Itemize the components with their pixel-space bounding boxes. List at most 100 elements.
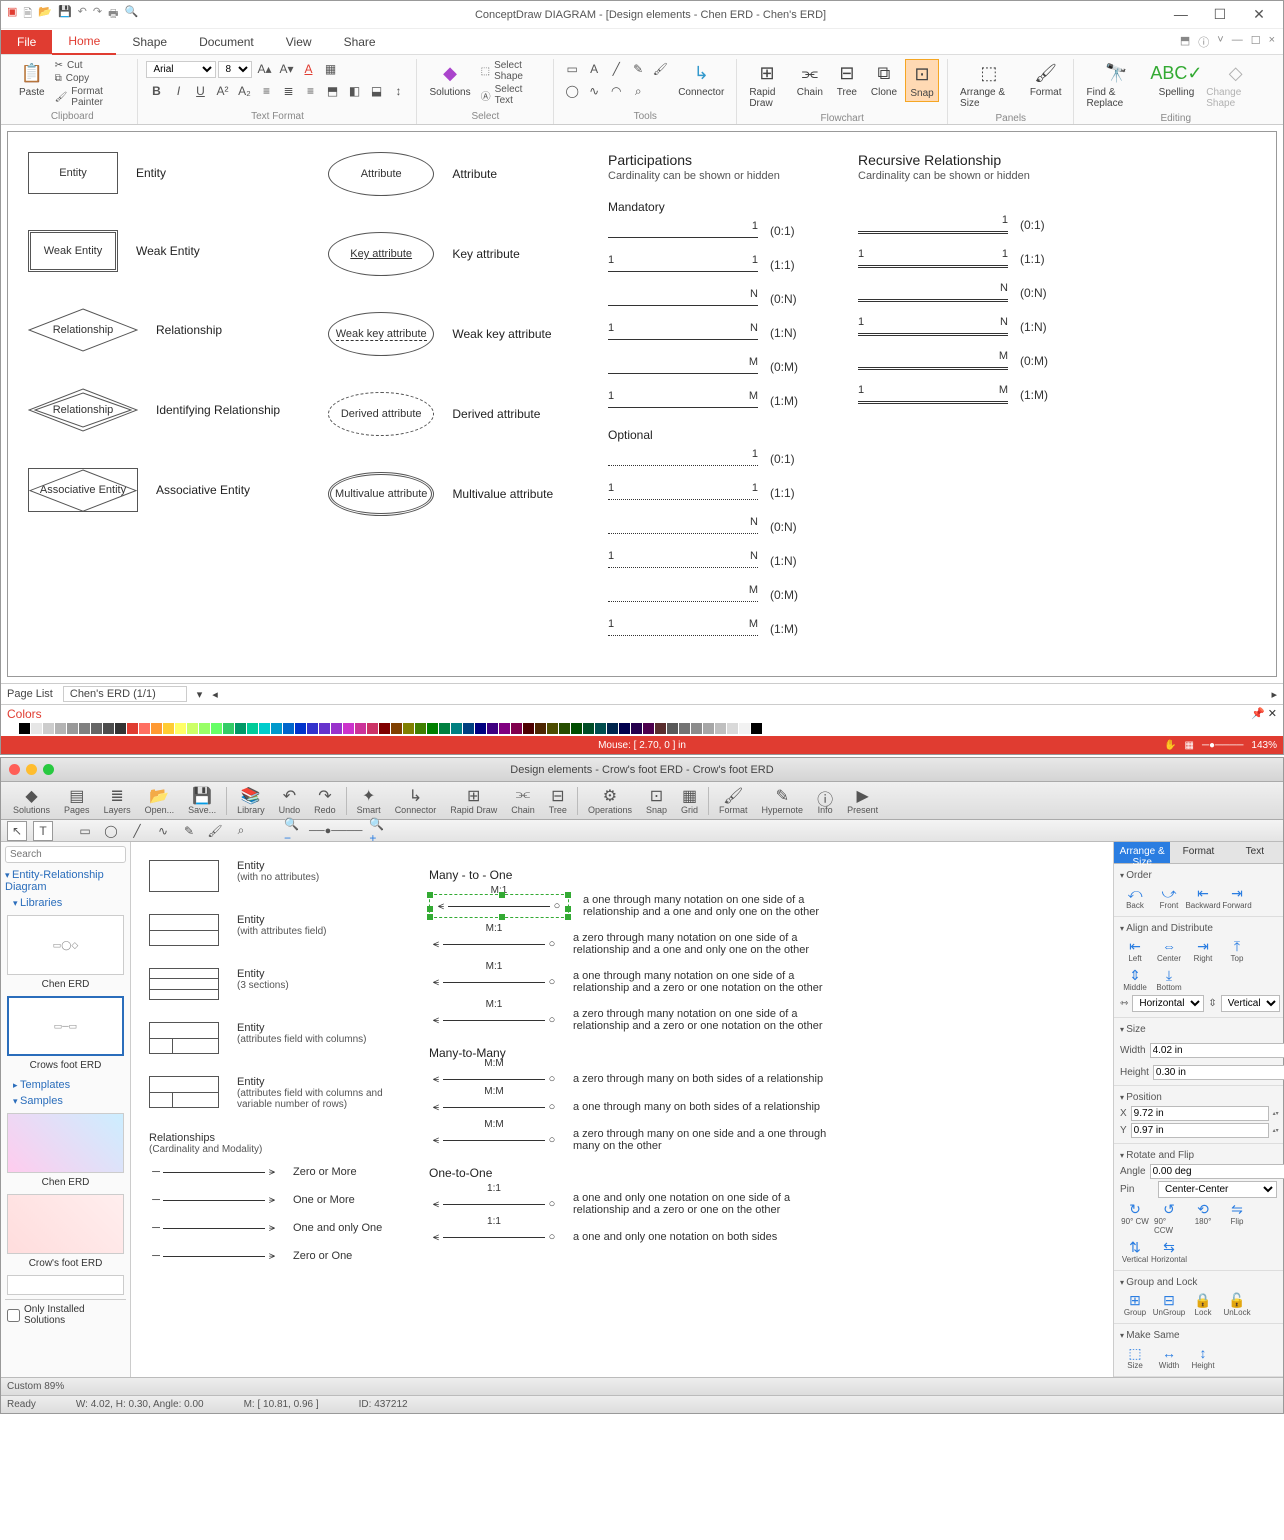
color-swatch[interactable] [19, 723, 30, 734]
rapid-draw-button[interactable]: ⊞Rapid Draw [745, 59, 788, 111]
color-swatch[interactable] [331, 723, 342, 734]
color-swatch[interactable] [259, 723, 270, 734]
participation-row[interactable]: 11 (1:1) [858, 252, 1078, 266]
middle-button[interactable]: ⇕Middle [1120, 967, 1150, 992]
qat-open-icon[interactable]: 📂 [38, 5, 52, 24]
multivalue-attribute-shape[interactable]: Multivalue attribute [328, 472, 434, 516]
height-input[interactable] [1153, 1065, 1284, 1080]
valign-bot-icon[interactable]: ⬓ [366, 81, 386, 101]
color-swatch[interactable] [619, 723, 630, 734]
color-swatch[interactable] [355, 723, 366, 734]
toolbar-hypernote[interactable]: ✎Hypernote [756, 784, 810, 817]
shrink-font-icon[interactable]: A▾ [276, 59, 296, 79]
select-shape-button[interactable]: ⬚Select Shape [479, 59, 546, 83]
distribute-h-icon[interactable]: ⇿ [1120, 998, 1128, 1009]
toolbar-present[interactable]: ▶Present [841, 784, 884, 817]
toolbar-grid[interactable]: ▦Grid [675, 784, 704, 817]
color-swatch[interactable] [463, 723, 474, 734]
color-swatch[interactable] [271, 723, 282, 734]
color-swatch[interactable] [607, 723, 618, 734]
color-swatch[interactable] [235, 723, 246, 734]
toolbar-pages[interactable]: ▤Pages [58, 784, 96, 817]
color-swatch[interactable] [439, 723, 450, 734]
color-swatch[interactable] [643, 723, 654, 734]
mac-canvas[interactable]: Entity(with no attributes) Entity(with a… [131, 842, 1113, 1377]
section-header[interactable]: Order [1120, 868, 1277, 883]
color-swatch[interactable] [715, 723, 726, 734]
zoom-out-icon[interactable]: 🔍− [283, 821, 303, 841]
italic-button[interactable]: I [168, 81, 188, 101]
cf-entity-row[interactable]: Entity(attributes field with columns) [149, 1022, 399, 1054]
rel-row[interactable]: ⪪M:1○ a one through many notation on one… [429, 970, 1095, 994]
rel-row[interactable]: ⪪M:M○ a one through many on both sides o… [429, 1100, 1095, 1114]
format-panel-button[interactable]: 🖌Format [1026, 59, 1066, 100]
participation-line[interactable]: 1 [608, 224, 758, 238]
entity-box[interactable] [149, 914, 219, 946]
pin-select[interactable]: Center-Center [1158, 1181, 1277, 1198]
relationship-shape[interactable]: Relationship [28, 308, 138, 352]
paste-button[interactable]: 📋Paste [15, 59, 49, 100]
color-swatch[interactable] [391, 723, 402, 734]
mac-zoom-button[interactable] [43, 764, 54, 775]
shape-associative-entity[interactable]: Associative Entity Associative Entity [28, 468, 298, 512]
color-swatch[interactable] [403, 723, 414, 734]
color-swatch[interactable] [523, 723, 534, 734]
close-button[interactable]: ✕ [1241, 6, 1277, 23]
color-swatch[interactable] [283, 723, 294, 734]
entity-box[interactable] [149, 1076, 219, 1108]
color-swatch[interactable] [679, 723, 690, 734]
color-swatch[interactable] [703, 723, 714, 734]
section-header[interactable]: Size [1120, 1022, 1277, 1037]
copy-button[interactable]: ⧉Copy [53, 72, 130, 85]
horizontal-select[interactable]: Horizontal [1132, 995, 1204, 1012]
brush-tool-icon[interactable]: 🖌 [650, 59, 670, 79]
participation-row[interactable]: 1M (1:M) [858, 388, 1078, 402]
shape-entity[interactable]: Entity Entity [28, 152, 298, 194]
width-button[interactable]: ↔Width [1154, 1345, 1184, 1370]
toolbar-library[interactable]: 📚Library [231, 784, 271, 817]
participation-line[interactable]: 1M [608, 394, 758, 408]
rect-tool-icon[interactable]: ▭ [562, 59, 582, 79]
color-swatch[interactable] [535, 723, 546, 734]
color-swatch[interactable] [139, 723, 150, 734]
arrange-size-button[interactable]: ⬚Arrange & Size [956, 59, 1022, 111]
toolbar-tree[interactable]: ⊟Tree [543, 784, 573, 817]
rel-simple[interactable]: ─⪫ Zero or One [149, 1249, 399, 1263]
tab-arrange-size[interactable]: Arrange & Size [1114, 842, 1170, 864]
color-swatch[interactable] [187, 723, 198, 734]
vertical-select[interactable]: Vertical [1221, 995, 1280, 1012]
90-cw-button[interactable]: ↻90° CW [1120, 1201, 1150, 1235]
tab-format[interactable]: Format [1170, 842, 1226, 864]
toolbar-undo[interactable]: ↶Undo [273, 784, 307, 817]
search-input[interactable] [5, 846, 126, 863]
rel-simple[interactable]: ─⪫ One and only One [149, 1221, 399, 1235]
color-swatch[interactable] [151, 723, 162, 734]
color-swatch[interactable] [667, 723, 678, 734]
pen-tool-icon[interactable]: ✎ [628, 59, 648, 79]
drawing-canvas[interactable]: Entity Entity Weak Entity Weak Entity Re… [7, 131, 1277, 677]
toolbar-save-[interactable]: 💾Save... [182, 784, 222, 817]
chain-button[interactable]: ⫘Chain [793, 59, 827, 100]
color-swatch[interactable] [511, 723, 522, 734]
attribute-shape[interactable]: Attribute [328, 152, 434, 196]
shape-multivalue-attribute[interactable]: Multivalue attribute Multivalue attribut… [328, 472, 578, 516]
line-icon[interactable]: ╱ [127, 821, 147, 841]
superscript-button[interactable]: A² [212, 81, 232, 101]
font-family-select[interactable]: Arial [146, 61, 216, 78]
color-swatch[interactable] [475, 723, 486, 734]
cf-entity-row[interactable]: Entity(3 sections) [149, 968, 399, 1000]
lib-thumb-crowsfoot[interactable]: ▭─▭ [7, 996, 124, 1056]
participation-line[interactable]: 11 [608, 486, 758, 500]
participation-row[interactable]: 1M (1:M) [608, 622, 828, 636]
rel-line[interactable]: ⪪1:1○ [429, 1197, 559, 1211]
participation-row[interactable]: 1N (1:N) [608, 326, 828, 340]
zoom-in-icon[interactable]: 🔍+ [368, 821, 388, 841]
key-attribute-shape[interactable]: Key attribute [328, 232, 434, 276]
color-swatch[interactable] [43, 723, 54, 734]
participation-row[interactable]: N (0:N) [608, 520, 828, 534]
color-swatch[interactable] [163, 723, 174, 734]
rel-row[interactable]: ⪪M:1○ a zero through many notation on on… [429, 932, 1095, 956]
color-swatch[interactable] [487, 723, 498, 734]
rel-row[interactable]: ⪪1:1○ a one and only one notation on bot… [429, 1230, 1095, 1244]
spinner-icon[interactable]: ▴▾ [1273, 1127, 1279, 1134]
